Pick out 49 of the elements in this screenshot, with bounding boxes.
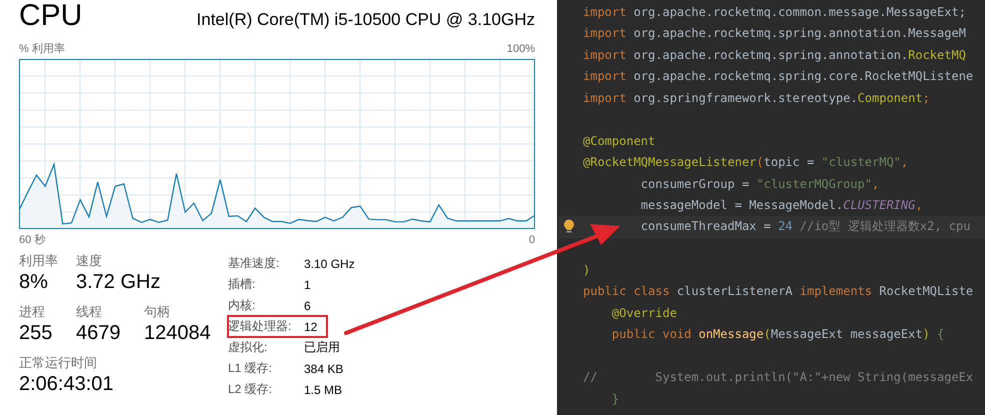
spec-value: 384 KB <box>304 362 344 376</box>
panel-title: CPU <box>19 0 82 34</box>
spec-value: 1.5 MB <box>304 382 342 396</box>
code-line: ) <box>583 262 590 277</box>
spec-value: 12 <box>304 320 318 334</box>
spec-label: L2 缓存: <box>228 381 274 398</box>
spec-label: L1 缓存: <box>228 360 274 377</box>
stat-label: 进程 <box>19 304 46 320</box>
code-line: } <box>610 392 620 406</box>
spec-value: 3.10 GHz <box>304 256 355 270</box>
stat-value: 3.72 GHz <box>76 270 162 295</box>
stat-value: 2:06:43:01 <box>19 372 115 397</box>
spec-value: 已启用 <box>304 339 340 356</box>
axis-label: 100% <box>506 42 535 56</box>
code-line: import org.apache.rocketmq.spring.annotation.RocketMQ <box>583 48 966 62</box>
code-line: import org.apache.rocketmq.spring.core.RocketMQListene <box>583 69 974 84</box>
code-line: @RocketMQMessageListener(topic = "clusterMQ", <box>583 155 908 170</box>
stat-value: 124084 <box>144 321 212 346</box>
code-line: public void onMessage(MessageExt messageExt) { <box>610 327 944 342</box>
lightbulb-icon[interactable] <box>563 219 575 234</box>
stat-value: 4679 <box>76 321 122 346</box>
spec-label: 逻辑处理器: <box>228 318 292 335</box>
spec-label: 基准速度: <box>228 255 280 272</box>
code-line: import org.springframework.stereotype.Component; <box>583 90 930 105</box>
spec-value: 6 <box>304 298 311 312</box>
stat-label: 正常运行时间 <box>19 355 98 371</box>
spec-value: 1 <box>304 278 311 292</box>
stat-label: 速度 <box>76 253 103 269</box>
code-line: import org.apache.rocketmq.common.message.MessageExt; <box>583 4 966 19</box>
axis-label: 60 秒 <box>19 233 46 247</box>
stat-label: 句柄 <box>144 304 171 320</box>
spec-label: 插槽: <box>228 276 256 293</box>
code-line: messageModel = MessageModel.CLUSTERING, <box>640 198 923 212</box>
code-line: consumeThreadMax = 24 //io型 逻辑处理器数x2, cpu <box>640 218 970 236</box>
axis-label: 0 <box>528 233 535 247</box>
code-line: // System.out.println("A:"+new String(messageEx <box>583 370 974 384</box>
axis-label: % 利用率 <box>19 42 65 56</box>
spec-label: 虚拟化: <box>228 339 268 356</box>
code-line: consumerGroup = "clusterMQGroup", <box>640 176 880 191</box>
code-line: @Override <box>610 306 677 320</box>
code-line: public class clusterListenerA implements RocketMQListe <box>583 284 974 298</box>
code-line: import org.apache.rocketmq.spring.annotation.MessageM <box>583 26 966 40</box>
spec-label: 内核: <box>228 297 256 314</box>
stat-label: 利用率 <box>19 253 59 269</box>
stat-value: 8% <box>19 270 49 295</box>
processor-name: Intel(R) Core(TM) i5-10500 CPU @ 3.10GHz <box>196 9 535 31</box>
stat-value: 255 <box>19 321 54 346</box>
code-line: @Component <box>583 134 656 148</box>
stat-label: 线程 <box>76 304 103 320</box>
